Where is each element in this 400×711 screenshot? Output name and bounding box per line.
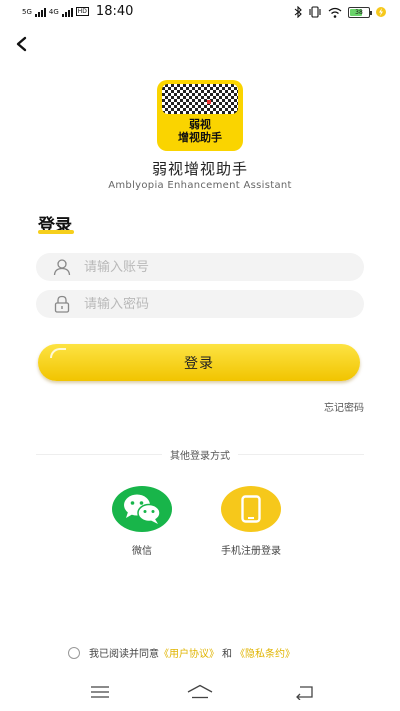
lock-icon (54, 295, 70, 313)
signal-icon-2 (61, 7, 73, 17)
bluetooth-icon (294, 6, 302, 18)
network-4g: 4G (48, 7, 59, 16)
hd-badge: HD (75, 7, 89, 16)
wechat-login[interactable]: 微信 (107, 486, 177, 557)
app-name: 弱视增视助手 (151, 160, 248, 178)
phone-button[interactable] (221, 486, 281, 532)
app-subtitle: Amblyopia Enhancement Assistant (108, 180, 292, 191)
agreement-row: 我已阅读并同意 《用户协议》 和 《隐私条约》 (68, 645, 295, 660)
login-button[interactable]: 登录 (38, 344, 360, 381)
clock: 18:40 (95, 4, 134, 19)
agreement-radio[interactable] (68, 646, 80, 659)
account-input[interactable] (84, 259, 334, 275)
phone-icon (241, 495, 261, 523)
phone-login-label: 手机注册登录 (221, 546, 281, 557)
checkerboard-pattern (162, 84, 238, 114)
logo-text-line1: 弱视 (189, 118, 211, 131)
logo-text-line2: 增视助手 (178, 131, 222, 144)
privacy-policy-link[interactable]: 《隐私条约》 (235, 645, 295, 660)
wechat-label: 微信 (132, 546, 152, 557)
login-heading-underline (38, 230, 74, 234)
wechat-icon (124, 494, 161, 524)
charging-icon (376, 7, 386, 17)
back-nav-icon[interactable] (294, 684, 316, 700)
app-logo: 弱视 增视助手 (157, 80, 243, 151)
login-button-label: 登录 (184, 354, 214, 371)
back-icon[interactable] (12, 34, 32, 54)
home-icon[interactable] (187, 684, 213, 700)
network-5g: 5G (22, 7, 32, 16)
other-login-heading: 其他登录方式 (162, 447, 238, 462)
password-field[interactable] (36, 290, 364, 318)
user-agreement-link[interactable]: 《用户协议》 (159, 645, 219, 660)
user-icon (53, 259, 71, 276)
agreement-text: 我已阅读并同意 (89, 649, 159, 660)
system-nav-bar (0, 678, 400, 711)
forgot-password-link[interactable]: 忘记密码 (324, 399, 364, 414)
wifi-icon (328, 7, 342, 18)
password-input[interactable] (84, 296, 334, 312)
vibrate-icon (309, 6, 321, 18)
phone-login[interactable]: 手机注册登录 (216, 486, 286, 557)
signal-icon (34, 7, 46, 17)
account-field[interactable] (36, 253, 364, 281)
other-login-divider: 其他登录方式 (36, 447, 364, 462)
wechat-button[interactable] (112, 486, 172, 532)
status-bar: 5G 4G HD 18:40 38 (0, 0, 400, 26)
menu-icon[interactable] (89, 684, 111, 700)
agreement-and: 和 (222, 649, 232, 660)
battery-icon: 38 (348, 6, 372, 18)
